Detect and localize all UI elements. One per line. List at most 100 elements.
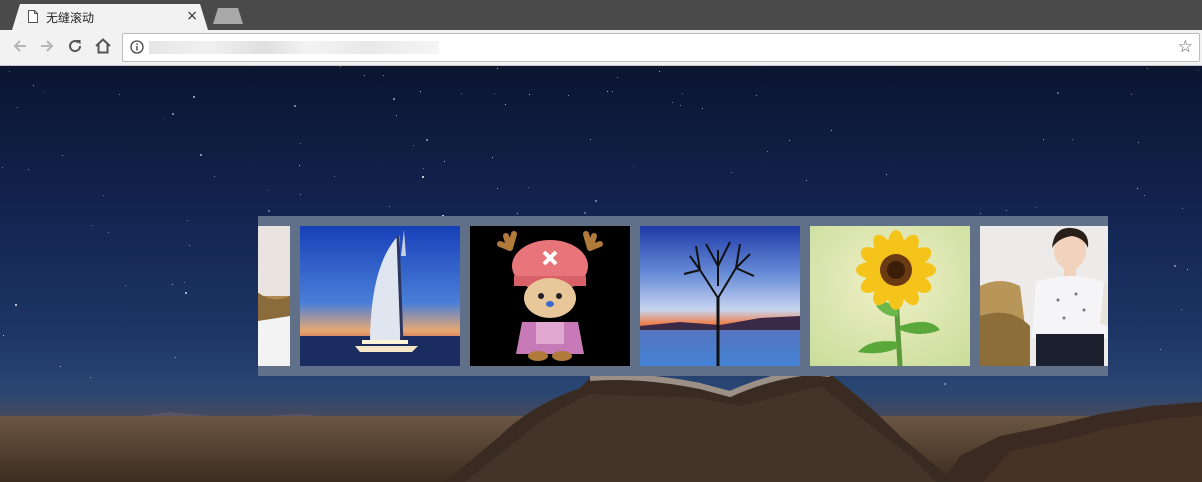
star-dot	[1181, 309, 1182, 310]
star-dot	[125, 285, 126, 286]
star-dot	[364, 75, 365, 76]
star-dot	[1072, 139, 1073, 140]
star-dot	[108, 232, 109, 233]
star-dot	[497, 68, 498, 69]
star-dot	[517, 213, 518, 214]
star-dot	[3, 335, 4, 336]
star-dot	[119, 94, 120, 95]
document-icon	[28, 10, 38, 23]
star-dot	[294, 105, 296, 107]
star-dot	[44, 92, 45, 93]
star-dot	[607, 91, 608, 92]
star-dot	[756, 95, 757, 96]
star-dot	[300, 194, 301, 195]
star-dot	[1006, 210, 1007, 211]
arrow-left-icon[interactable]	[10, 36, 30, 56]
marquee-image-chopper[interactable]	[470, 226, 630, 366]
star-dot	[193, 96, 195, 98]
star-dot	[90, 377, 91, 378]
star-dot	[184, 282, 185, 283]
star-dot	[494, 93, 495, 94]
browser-toolbar: ☆	[0, 30, 1202, 66]
star-dot	[1043, 139, 1044, 140]
star-dot	[528, 187, 529, 188]
star-dot	[299, 165, 300, 166]
close-tab-icon[interactable]: ×	[186, 7, 198, 25]
star-dot	[444, 161, 445, 162]
star-dot	[831, 130, 832, 131]
star-dot	[612, 91, 613, 92]
address-bar[interactable]: ☆	[122, 33, 1200, 62]
star-dot	[584, 212, 586, 214]
star-dot	[672, 102, 673, 103]
star-dot	[1182, 208, 1183, 209]
star-dot	[172, 284, 173, 285]
star-dot	[2, 167, 3, 168]
star-icon[interactable]: ☆	[1178, 37, 1193, 57]
star-dot	[595, 200, 597, 202]
star-dot	[9, 71, 10, 72]
marquee-image-tree-sunset[interactable]	[640, 226, 800, 366]
star-dot	[1131, 94, 1132, 95]
star-dot	[268, 210, 270, 212]
star-dot	[980, 213, 981, 214]
marquee-image-burj-al-arab[interactable]	[300, 226, 460, 366]
browser-tab[interactable]: 无缝滚动 ×	[12, 4, 208, 30]
star-dot	[806, 180, 807, 181]
page-background	[0, 66, 1202, 482]
star-dot	[15, 304, 17, 306]
star-dot	[1138, 142, 1139, 143]
star-dot	[267, 190, 268, 191]
star-dot	[680, 105, 681, 106]
star-dot	[1198, 70, 1199, 71]
star-dot	[389, 206, 390, 207]
star-dot	[200, 154, 202, 156]
star-dot	[187, 220, 188, 221]
star-dot	[659, 71, 660, 72]
star-dot	[396, 115, 397, 116]
star-dot	[568, 95, 569, 96]
star-dot	[617, 77, 618, 78]
star-dot	[17, 107, 18, 108]
star-dot	[91, 225, 92, 226]
star-dot	[767, 151, 768, 152]
rock-pile	[942, 402, 1202, 482]
star-dot	[1137, 188, 1138, 189]
star-dot	[62, 155, 63, 156]
star-dot	[426, 139, 428, 141]
star-dot	[420, 91, 421, 92]
star-dot	[214, 176, 215, 177]
marquee-image-sunflower[interactable]	[810, 226, 970, 366]
star-dot	[505, 104, 506, 105]
star-dot	[300, 143, 301, 144]
reload-icon[interactable]	[65, 36, 85, 56]
url-text-blurred	[149, 41, 439, 54]
star-dot	[590, 139, 591, 140]
star-dot	[60, 366, 61, 367]
arrow-right-icon[interactable]	[37, 36, 57, 56]
star-dot	[28, 169, 29, 170]
star-dot	[340, 66, 341, 67]
info-icon[interactable]	[130, 40, 144, 54]
new-tab-button[interactable]	[213, 8, 243, 24]
marquee-image-woman[interactable]	[258, 226, 290, 366]
star-dot	[393, 98, 395, 100]
star-dot	[103, 195, 104, 196]
marquee-image-woman[interactable]	[980, 226, 1108, 366]
star-dot	[702, 108, 703, 109]
tab-title: 无缝滚动	[46, 11, 95, 25]
star-dot	[682, 93, 683, 94]
star-dot	[163, 118, 164, 119]
star-dot	[423, 168, 424, 169]
thatched-hut-roof	[444, 368, 956, 482]
star-dot	[1160, 349, 1161, 350]
star-dot	[185, 292, 187, 294]
star-dot	[1174, 265, 1176, 267]
star-dot	[175, 357, 176, 358]
star-dot	[334, 176, 335, 177]
home-icon[interactable]	[93, 36, 113, 56]
star-dot	[1187, 269, 1188, 270]
star-dot	[1147, 68, 1148, 69]
star-dot	[886, 174, 887, 175]
seamless-scroll-marquee	[258, 216, 1108, 376]
